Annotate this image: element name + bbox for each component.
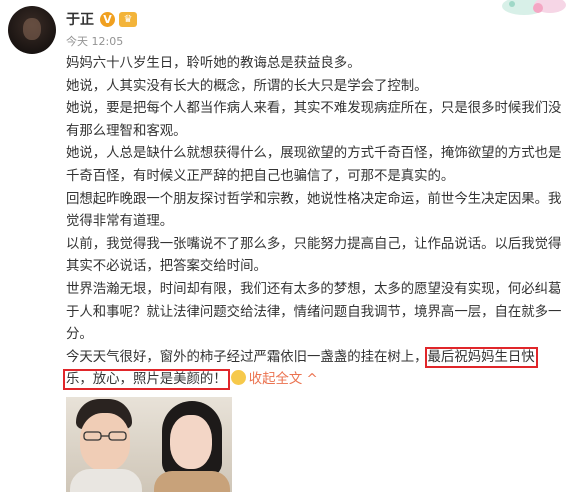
collapse-label: 收起全文 — [248, 372, 303, 388]
post-header: 于正 V ♛ — [66, 9, 137, 29]
post-paragraph: 回想起昨晚跟一个朋友探讨哲学和宗教，她说性格决定命运，前世今生决定因果。我觉得非… — [66, 191, 562, 230]
post-paragraph: 以前，我觉得我一张嘴说不了那么多，只能努力提高自己，让作品说话。以后我觉得其实不… — [66, 236, 562, 275]
decoration-sticker-icon — [502, 0, 566, 15]
collapse-text-link[interactable]: 收起全文 ^ — [249, 372, 318, 387]
person-man-image — [66, 397, 148, 492]
highlighted-text-1: 最后祝妈妈生日快 — [424, 346, 538, 368]
post-paragraph: 世界浩瀚无垠，时间却有限，我们还有太多的梦想，太多的愿望没有实现，何必纠葛于人和… — [66, 281, 562, 343]
smile-emoji-icon — [230, 370, 246, 386]
highlighted-text-2: 乐，放心，照片是美颜的！ — [63, 369, 230, 391]
post-text: 妈妈六十八岁生日，聆听她的教诲总是获益良多。 她说，人其实没有长大的概念，所谓的… — [63, 53, 564, 392]
chevron-up-icon: ^ — [306, 372, 318, 388]
person-woman-image — [148, 397, 232, 492]
verified-v-icon[interactable]: V — [100, 11, 115, 27]
crown-badge-icon[interactable]: ♛ — [119, 11, 137, 27]
post-paragraph-last: 今天天气很好，窗外的柿子经过严霜依旧一盏盏的挂在树上，最后祝妈妈生日快乐，放心，… — [63, 346, 564, 392]
post-paragraph: 她说，人总是缺什么就想获得什么，展现欲望的方式千奇百怪，掩饰欲望的方式也是千奇百… — [66, 146, 562, 184]
post-photo[interactable] — [66, 397, 232, 492]
post-paragraph: 妈妈六十八岁生日，聆听她的教诲总是获益良多。 — [66, 56, 361, 71]
avatar[interactable] — [8, 6, 56, 54]
post-paragraph: 她说，人其实没有长大的概念，所谓的长大只是学会了控制。 — [66, 78, 428, 94]
post-paragraph: 她说，要是把每个人都当作病人来看，其实不难发现病症所在，只是很多时候我们没有那么… — [66, 101, 562, 139]
post-text-segment: 今天天气很好，窗外的柿子经过严霜依旧一盏盏的挂在树上， — [66, 349, 428, 365]
username[interactable]: 于正 — [66, 9, 94, 29]
glasses-icon — [83, 431, 127, 441]
post-timestamp[interactable]: 今天 12:05 — [66, 33, 123, 49]
